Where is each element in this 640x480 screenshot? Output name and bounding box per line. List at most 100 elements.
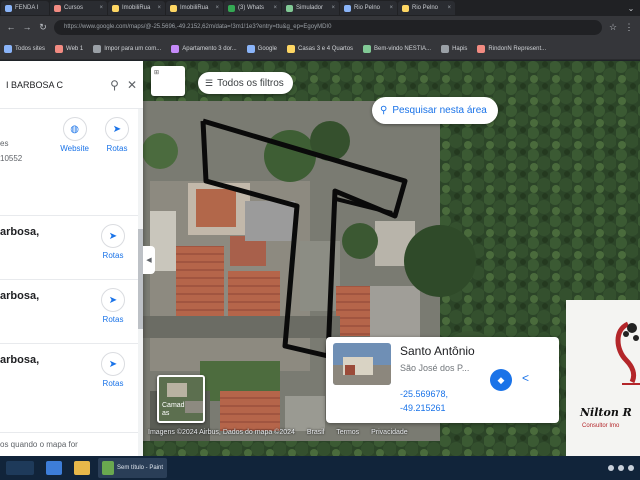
- star-icon[interactable]: ☆: [608, 22, 618, 33]
- close-tab-icon[interactable]: ×: [215, 5, 219, 11]
- bookmark-favicon-icon: [4, 44, 12, 53]
- bookmark-item[interactable]: Apartamento 3 dor...: [171, 44, 237, 53]
- layers-label: as: [162, 410, 170, 417]
- directions-button[interactable]: ➤ Rotas: [101, 288, 125, 324]
- list-item[interactable]: arbosa, ➤ Rotas: [0, 343, 143, 407]
- latitude-value[interactable]: -25.569678,: [400, 389, 448, 399]
- tab-label: Rio Pelno: [354, 5, 381, 11]
- search-this-area-button[interactable]: ⚲ Pesquisar nesta área: [372, 97, 498, 124]
- bookmark-item[interactable]: Impor para um com...: [93, 44, 161, 53]
- directions-button[interactable]: ➤ Rotas: [101, 352, 125, 388]
- tab-label: Cursos: [64, 5, 84, 11]
- url-field[interactable]: https://www.google.com/maps/@-25.5696,-4…: [54, 19, 602, 35]
- list-item[interactable]: arbosa, ➤ Rotas: [0, 279, 143, 343]
- layers-label: Camad: [162, 402, 185, 409]
- bookmark-item[interactable]: Todos sites: [4, 44, 45, 53]
- map-viewport[interactable]: ⊞ ☰ Todos os filtros ⚲ Pesquisar nesta á…: [0, 61, 640, 456]
- country-link[interactable]: Brasil: [307, 429, 325, 436]
- browser-tab[interactable]: Cursos ×: [50, 1, 107, 15]
- close-icon[interactable]: ✕: [127, 78, 137, 92]
- place-detail-fragment: 10552: [0, 154, 23, 163]
- directions-icon: ➤: [101, 352, 125, 376]
- place-thumbnail[interactable]: [333, 343, 391, 385]
- scrollbar[interactable]: [138, 109, 143, 456]
- place-subtitle: São José dos P...: [400, 363, 470, 373]
- bookmark-label: Web 1: [66, 45, 84, 52]
- all-filters-label: Todos os filtros: [217, 77, 284, 89]
- realtor-role: Consultor Imo: [582, 423, 620, 429]
- share-icon[interactable]: <: [522, 371, 538, 389]
- directions-button[interactable]: ➤ Rotas: [101, 224, 125, 260]
- imagery-credit: Imagens ©2024 Airbus, Dados do mapa ©202…: [148, 429, 295, 436]
- browser-tab[interactable]: Simulador ×: [282, 1, 339, 15]
- scrollbar-thumb[interactable]: [138, 229, 143, 329]
- bookmark-item[interactable]: Google: [246, 44, 277, 53]
- directions-button[interactable]: ◆: [490, 369, 512, 391]
- menu-icon[interactable]: ⋮: [624, 22, 634, 33]
- collapse-panel-button[interactable]: ◀: [143, 246, 155, 274]
- search-this-area-label: Pesquisar nesta área: [392, 105, 487, 116]
- terms-link[interactable]: Termos: [336, 429, 359, 436]
- bookmark-item[interactable]: Web 1: [55, 44, 84, 53]
- close-tab-icon[interactable]: ×: [157, 5, 161, 11]
- tab-favicon-icon: [5, 4, 12, 12]
- taskbar-app[interactable]: [70, 458, 94, 478]
- bookmark-item[interactable]: RindonN Represent...: [477, 44, 547, 53]
- search-input[interactable]: I BARBOSA C: [6, 80, 102, 90]
- reload-icon[interactable]: ↻: [38, 22, 48, 33]
- back-icon[interactable]: ←: [6, 22, 16, 32]
- tray-icon[interactable]: [618, 465, 624, 471]
- bookmark-favicon-icon: [171, 44, 180, 53]
- browser-tab[interactable]: ImobiliRua ×: [166, 1, 223, 15]
- tab-label: ImobiliRua: [122, 5, 151, 11]
- bookmark-item[interactable]: Bem-vindo NESTIA...: [363, 44, 432, 53]
- dropped-pin-card[interactable]: Santo Antônio São José dos P... -25.5696…: [326, 337, 559, 423]
- bookmark-item[interactable]: Casas 3 e 4 Quartos: [287, 44, 353, 53]
- all-filters-button[interactable]: ☰ Todos os filtros: [198, 72, 293, 94]
- tray-icon[interactable]: [608, 465, 614, 471]
- bookmark-favicon-icon: [55, 44, 64, 53]
- browser-tab[interactable]: Rio Pelno ×: [340, 1, 397, 15]
- browser-tab[interactable]: (3) Whats ×: [224, 1, 281, 15]
- folder-icon: [74, 461, 90, 475]
- close-tab-icon[interactable]: ×: [447, 5, 451, 11]
- update-results-checkbox-row[interactable]: os quando o mapa for: [0, 432, 138, 456]
- result-name: arbosa,: [0, 354, 40, 366]
- website-button[interactable]: ◍ Website: [60, 117, 89, 153]
- browser-tab[interactable]: ImobiliRua ×: [108, 1, 165, 15]
- close-tab-icon[interactable]: ×: [99, 5, 103, 11]
- taskbar-app[interactable]: [42, 458, 66, 478]
- start-button[interactable]: [2, 458, 38, 478]
- search-icon[interactable]: ⚲: [110, 78, 119, 92]
- bookmark-item[interactable]: Hapis: [441, 44, 467, 53]
- browser-tab[interactable]: Rio Pelno ×: [398, 1, 455, 15]
- directions-icon: ◆: [497, 374, 505, 385]
- tray-icon[interactable]: [628, 465, 634, 471]
- place-title: Santo Antônio: [400, 344, 475, 358]
- forward-icon[interactable]: →: [22, 22, 32, 32]
- list-item[interactable]: arbosa, ➤ Rotas: [0, 215, 143, 279]
- tab-favicon-icon: [344, 4, 351, 12]
- bookmark-favicon-icon: [477, 44, 486, 53]
- search-box[interactable]: I BARBOSA C ⚲ ✕: [0, 61, 143, 109]
- tab-label: ImobiliRua: [180, 5, 209, 11]
- layers-toggle[interactable]: Camad as: [157, 375, 205, 423]
- close-tab-icon[interactable]: ×: [273, 5, 277, 11]
- privacy-link[interactable]: Privacidade: [371, 429, 408, 436]
- close-tab-icon[interactable]: ×: [389, 5, 393, 11]
- close-tab-icon[interactable]: ×: [331, 5, 335, 11]
- layers-button[interactable]: ⊞: [151, 66, 185, 96]
- directions-icon: ➤: [105, 117, 129, 141]
- bookmark-favicon-icon: [363, 44, 372, 53]
- tab-search-icon[interactable]: ⌄: [622, 1, 640, 15]
- taskbar-app[interactable]: Sem título - Paint: [98, 458, 168, 478]
- results-panel: I BARBOSA C ⚲ ✕ ◍ Website ➤ Rotas es 105…: [0, 61, 143, 456]
- directions-icon: ➤: [101, 288, 125, 312]
- directions-button[interactable]: ➤ Rotas: [105, 117, 129, 153]
- bookmarks-bar: Todos sites Web 1 Impor para um com... A…: [0, 38, 640, 60]
- browser-tab[interactable]: FENDA I: [1, 1, 49, 15]
- logo-emblem: [615, 321, 640, 385]
- bookmark-label: RindonN Represent...: [488, 45, 547, 52]
- bookmark-label: Bem-vindo NESTIA...: [374, 45, 432, 52]
- longitude-value[interactable]: -49.215261: [400, 403, 446, 413]
